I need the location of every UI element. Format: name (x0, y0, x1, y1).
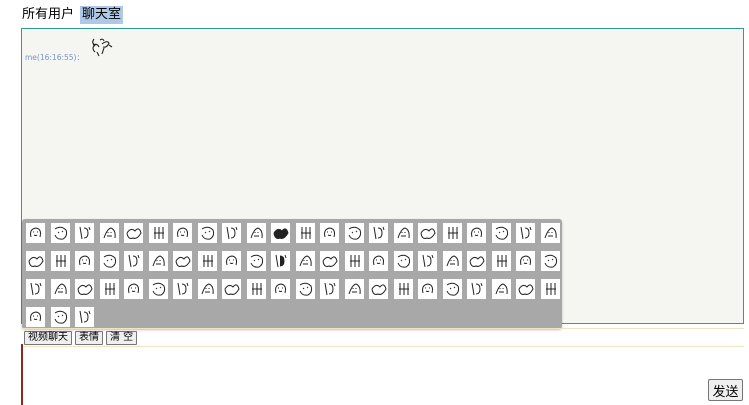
doodle-emoji-icon[interactable] (197, 279, 217, 299)
doodle-emoji-icon[interactable] (467, 279, 486, 299)
doodle-emoji-icon[interactable] (393, 223, 413, 243)
doodle-emoji-icon[interactable] (320, 251, 339, 271)
doodle-emoji-icon[interactable] (173, 279, 192, 299)
doodle-emoji-icon[interactable] (369, 279, 388, 299)
message-input[interactable] (24, 348, 704, 403)
doodle-emoji-icon[interactable] (222, 251, 241, 271)
doodle-emoji-icon[interactable] (442, 251, 462, 271)
doodle-emoji-icon[interactable] (26, 307, 45, 327)
doodle-emoji-icon[interactable] (295, 223, 315, 243)
emoji-button[interactable]: 表情 (75, 331, 103, 345)
input-border-left (21, 344, 23, 405)
doodle-emoji-icon[interactable] (148, 223, 168, 243)
doodle-emoji-icon[interactable] (26, 279, 45, 299)
clear-button[interactable]: 清 空 (106, 331, 138, 345)
doodle-emoji-icon[interactable] (369, 223, 388, 243)
doodle-emoji-icon[interactable] (418, 251, 437, 271)
doodle-emoji-icon[interactable] (540, 251, 560, 271)
doodle-emoji-icon[interactable] (75, 307, 94, 327)
emoji-picker-panel (22, 219, 562, 329)
doodle-emoji-icon[interactable] (516, 223, 535, 243)
doodle-emoji-icon[interactable] (540, 223, 560, 243)
doodle-emoji-icon[interactable] (246, 223, 266, 243)
doodle-emoji-icon[interactable] (124, 279, 143, 299)
doodle-emoji-icon[interactable] (271, 251, 290, 271)
doodle-emoji-icon[interactable] (50, 307, 70, 327)
doodle-emoji-icon[interactable] (467, 251, 486, 271)
doodle-emoji-icon[interactable] (173, 251, 192, 271)
doodle-emoji-icon[interactable] (246, 279, 266, 299)
doodle-emoji-icon[interactable] (491, 251, 511, 271)
doodle-emoji-icon[interactable] (50, 251, 70, 271)
tab-chat-room[interactable]: 聊天室 (80, 6, 124, 24)
doodle-emoji-icon[interactable] (271, 223, 290, 243)
doodle-emoji-icon[interactable] (491, 223, 511, 243)
tab-all-users[interactable]: 所有用户 (20, 6, 76, 24)
tab-bar: 所有用户 聊天室 (20, 6, 124, 24)
doodle-emoji-icon (92, 38, 113, 57)
doodle-emoji-icon[interactable] (197, 251, 217, 271)
divider (21, 346, 744, 347)
message-meta: me(16:16:55)： (25, 53, 84, 62)
doodle-emoji-icon[interactable] (320, 279, 339, 299)
doodle-emoji-icon[interactable] (75, 279, 94, 299)
doodle-emoji-icon[interactable] (222, 279, 241, 299)
doodle-emoji-icon[interactable] (295, 251, 315, 271)
doodle-emoji-icon[interactable] (491, 279, 511, 299)
chat-message: me(16:16:55)： (25, 36, 114, 63)
doodle-emoji-icon[interactable] (148, 279, 168, 299)
doodle-emoji-icon[interactable] (344, 279, 364, 299)
doodle-emoji-icon[interactable] (418, 279, 437, 299)
doodle-emoji-icon[interactable] (271, 279, 290, 299)
doodle-emoji-icon[interactable] (295, 279, 315, 299)
doodle-emoji-icon[interactable] (173, 223, 192, 243)
message-toolbar: 视频聊天 表情 清 空 (24, 331, 138, 345)
doodle-emoji-icon[interactable] (540, 279, 560, 299)
video-chat-button[interactable]: 视频聊天 (24, 331, 72, 345)
doodle-emoji-icon[interactable] (99, 279, 119, 299)
doodle-emoji-icon[interactable] (26, 223, 45, 243)
send-button[interactable]: 发送 (708, 379, 743, 401)
doodle-emoji-icon[interactable] (393, 251, 413, 271)
doodle-emoji-icon[interactable] (75, 223, 94, 243)
doodle-emoji-icon[interactable] (369, 251, 388, 271)
doodle-emoji-icon[interactable] (467, 223, 486, 243)
doodle-emoji-icon[interactable] (418, 223, 437, 243)
doodle-emoji-icon[interactable] (246, 251, 266, 271)
doodle-emoji-icon[interactable] (222, 223, 241, 243)
doodle-emoji-icon[interactable] (344, 223, 364, 243)
doodle-emoji-icon[interactable] (26, 251, 45, 271)
doodle-emoji-icon[interactable] (75, 251, 94, 271)
doodle-emoji-icon[interactable] (320, 223, 339, 243)
doodle-emoji-icon[interactable] (197, 223, 217, 243)
doodle-emoji-icon[interactable] (516, 251, 535, 271)
doodle-emoji-icon[interactable] (442, 279, 462, 299)
doodle-emoji-icon[interactable] (124, 251, 143, 271)
doodle-emoji-icon[interactable] (442, 223, 462, 243)
doodle-emoji-icon[interactable] (99, 251, 119, 271)
doodle-emoji-icon[interactable] (516, 279, 535, 299)
doodle-emoji-icon[interactable] (50, 279, 70, 299)
doodle-emoji-icon[interactable] (50, 223, 70, 243)
doodle-emoji-icon[interactable] (344, 251, 364, 271)
doodle-emoji-icon[interactable] (148, 251, 168, 271)
doodle-emoji-icon[interactable] (393, 279, 413, 299)
doodle-emoji-icon[interactable] (124, 223, 143, 243)
doodle-emoji-icon[interactable] (99, 223, 119, 243)
